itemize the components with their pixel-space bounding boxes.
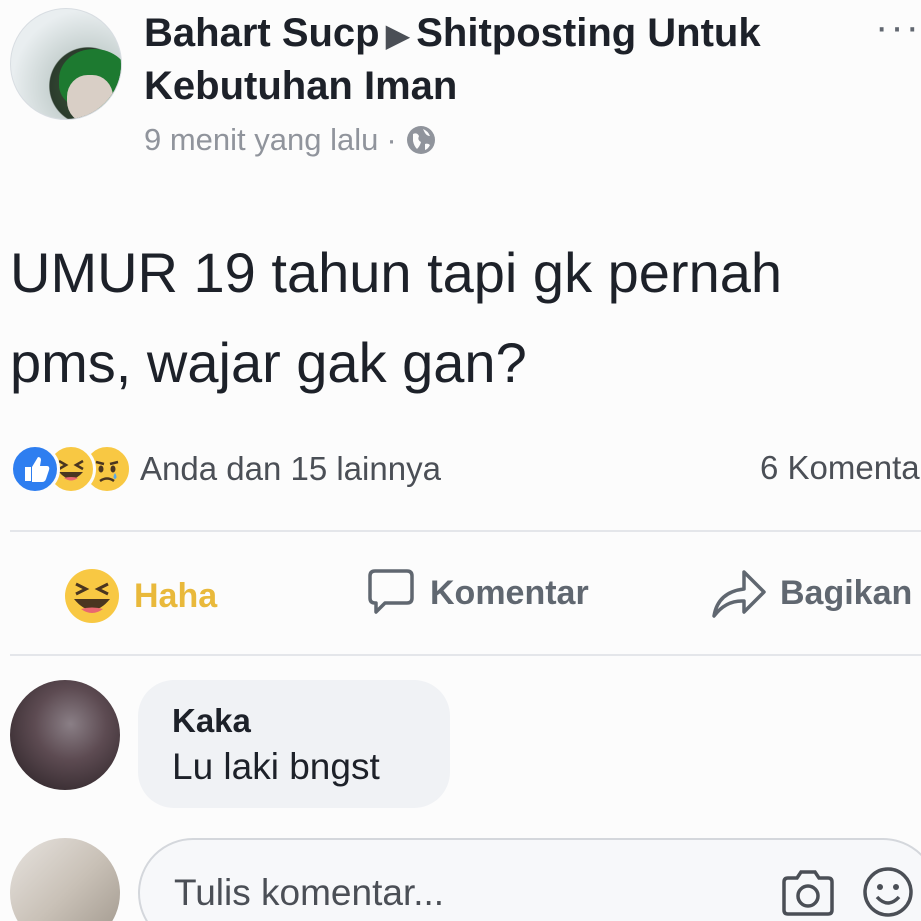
triangle-right-icon: ▶: [385, 17, 411, 53]
divider-top: [10, 530, 921, 532]
reactions-text: Anda dan 15 lainnya: [140, 450, 441, 487]
post-meta: 9 menit yang lalu ·: [144, 122, 437, 158]
post-body: UMUR 19 tahun tapi gk pernah pms, wajar …: [10, 228, 921, 408]
share-button[interactable]: Bagikan: [710, 566, 912, 620]
emoji-icon[interactable]: [862, 866, 914, 918]
like-icon: [10, 444, 60, 494]
camera-icon[interactable]: [780, 868, 836, 918]
post-text-line-1: UMUR 19 tahun tapi gk pernah: [10, 241, 782, 304]
haha-label: Haha: [134, 576, 218, 615]
more-options-icon[interactable]: ···: [875, 7, 921, 47]
comment-input-placeholder: Tulis komentar...: [174, 872, 445, 913]
comment-label: Komentar: [430, 573, 589, 612]
post-timestamp[interactable]: 9 menit yang lalu: [144, 122, 378, 158]
commenter-avatar[interactable]: [10, 680, 120, 790]
post-header: Bahart Sucp ▶ Shitposting Untuk Kebutuhan …: [144, 8, 844, 112]
post-text-line-2: pms, wajar gak gan?: [10, 331, 527, 394]
haha-button[interactable]: Haha: [62, 566, 217, 626]
author-avatar[interactable]: [10, 8, 122, 120]
comment-text: Lu laki bngst: [172, 746, 380, 787]
comment-bubble[interactable]: Kaka Lu laki bngst: [138, 680, 450, 808]
facebook-post: Bahart Sucp ▶ Shitposting Untuk Kebutuhan …: [0, 0, 921, 921]
action-bar: Haha Komentar Bagikan: [0, 548, 921, 638]
divider-bottom: [10, 654, 921, 656]
author-name[interactable]: Bahart Sucp: [144, 11, 380, 55]
meta-separator: ·: [386, 122, 397, 157]
share-label: Bagikan: [780, 573, 913, 612]
globe-icon: [406, 126, 435, 154]
current-user-avatar: [10, 838, 120, 921]
avatar-face: [67, 75, 113, 119]
reactions-summary[interactable]: Anda dan 15 lainnya 6 Komentar: [10, 444, 921, 494]
comment-author[interactable]: Kaka: [172, 702, 251, 740]
share-arrow-icon: [712, 570, 766, 618]
haha-face-icon: [65, 569, 119, 623]
comment-bubble-icon: [368, 569, 414, 614]
comment-input[interactable]: Tulis komentar...: [138, 838, 921, 921]
comments-count[interactable]: 6 Komentar: [760, 449, 921, 487]
comment-button[interactable]: Komentar: [364, 566, 589, 620]
